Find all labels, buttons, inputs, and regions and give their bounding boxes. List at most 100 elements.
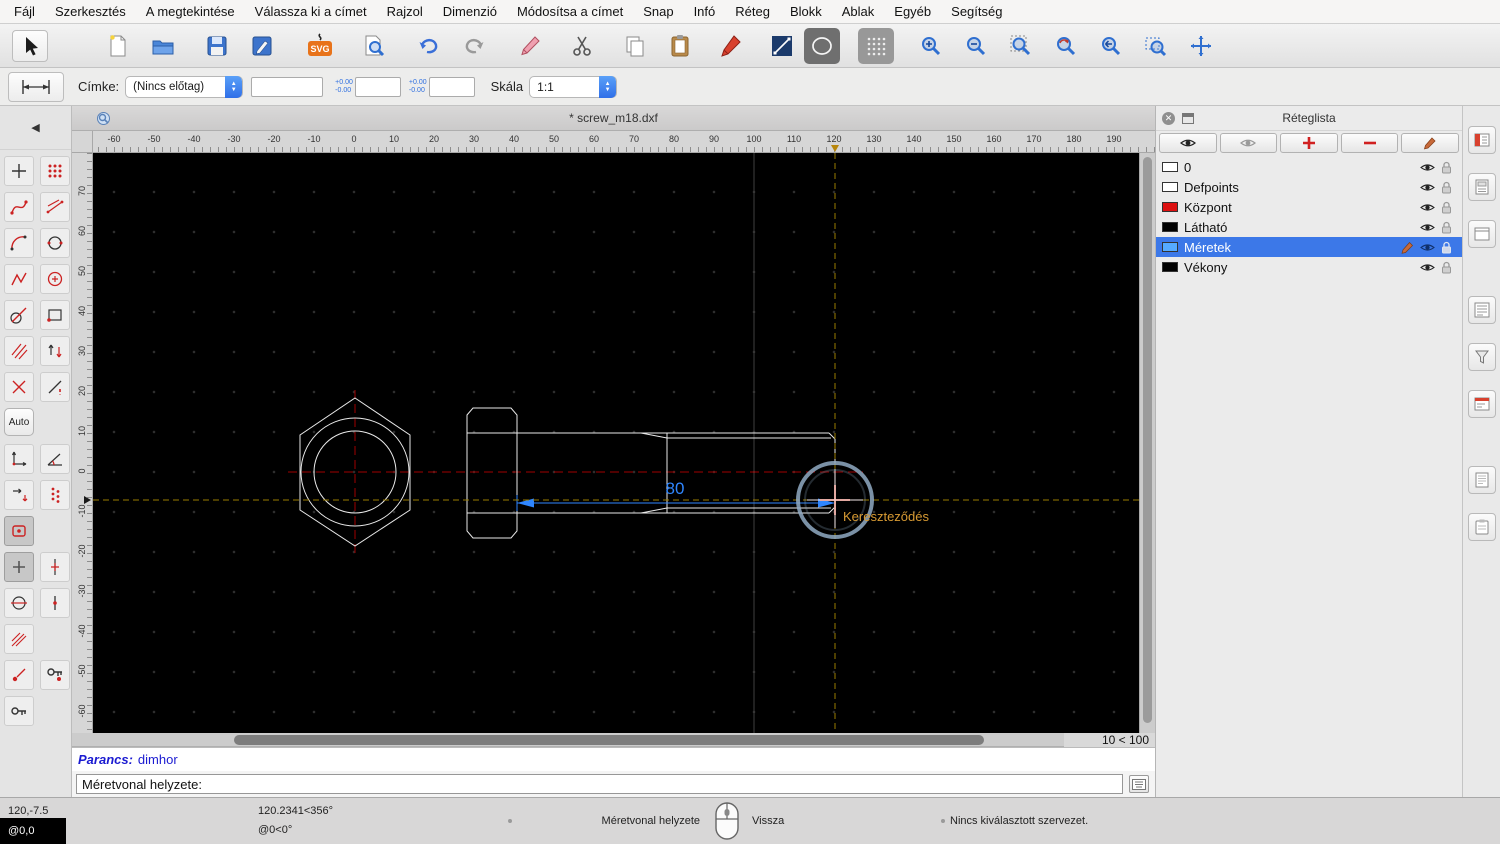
show-all-layers-button[interactable] <box>1159 133 1217 153</box>
menu-select[interactable]: Válassza ki a címet <box>245 4 377 19</box>
restrict-horizontal-button[interactable] <box>4 660 34 690</box>
dimension-80[interactable]: 80 <box>517 479 835 511</box>
zoom-auto-button[interactable] <box>1003 28 1039 64</box>
edit-layer-button[interactable] <box>1401 133 1459 153</box>
layer-visible-icon[interactable] <box>1420 222 1435 233</box>
attributes-pen-button[interactable] <box>512 28 548 64</box>
layer-edit-pencil-icon[interactable] <box>1401 241 1414 254</box>
snap-rays-button[interactable] <box>4 624 34 654</box>
tool-point-button[interactable] <box>4 156 34 186</box>
layer-row-0[interactable]: 0 <box>1156 157 1462 177</box>
circle-tool-button[interactable] <box>804 28 840 64</box>
layer-row-vekony[interactable]: Vékony <box>1156 257 1462 277</box>
tool-polyline-button[interactable] <box>4 264 34 294</box>
scale-select[interactable]: 1:1 ▲▼ <box>529 76 617 98</box>
tolerance2-up[interactable]: +0.00 <box>409 79 427 87</box>
layer-row-lathato[interactable]: Látható <box>1156 217 1462 237</box>
layer-lock-icon[interactable] <box>1441 261 1452 274</box>
vertical-scrollbar-thumb[interactable] <box>1143 157 1152 723</box>
dimension-tool-options-button[interactable] <box>8 72 64 102</box>
dock-command-widget-icon[interactable] <box>1468 390 1496 418</box>
palette-collapse-button[interactable]: ◀ <box>0 106 71 150</box>
tolerance2-down[interactable]: -0.00 <box>409 87 427 95</box>
menu-block[interactable]: Blokk <box>780 4 832 19</box>
layer-color-swatch[interactable] <box>1162 262 1178 272</box>
dock-notes-icon[interactable] <box>1468 466 1496 494</box>
print-preview-button[interactable] <box>356 28 392 64</box>
layer-row-kozpont[interactable]: Központ <box>1156 197 1462 217</box>
zoom-pan-button[interactable] <box>1183 28 1219 64</box>
tool-point-column-button[interactable] <box>40 480 70 510</box>
layer-lock-icon[interactable] <box>1441 221 1452 234</box>
menu-window[interactable]: Ablak <box>832 4 885 19</box>
tool-spline-button[interactable] <box>4 192 34 222</box>
layer-color-swatch[interactable] <box>1162 182 1178 192</box>
open-file-button[interactable] <box>145 28 181 64</box>
layer-name[interactable]: Méretek <box>1184 240 1401 255</box>
layer-visible-icon[interactable] <box>1420 162 1435 173</box>
dock-clipboard-icon[interactable] <box>1468 513 1496 541</box>
draw-pen-button[interactable] <box>712 28 748 64</box>
layer-visible-icon[interactable] <box>1420 202 1435 213</box>
scale-select-stepper[interactable]: ▲▼ <box>599 76 616 98</box>
svg-export-button[interactable]: SVG <box>302 28 338 64</box>
layer-row-meretek[interactable]: Méretek <box>1156 237 1462 257</box>
menu-file[interactable]: Fájl <box>4 4 45 19</box>
horizontal-scrollbar-thumb[interactable] <box>234 735 984 745</box>
tool-sequence-button[interactable] <box>4 480 34 510</box>
layer-name[interactable]: 0 <box>1184 160 1420 175</box>
layer-visible-icon[interactable] <box>1420 262 1435 273</box>
tolerance1-down[interactable]: -0.00 <box>335 87 353 95</box>
tool-arc-button[interactable] <box>4 228 34 258</box>
grid-toggle-button[interactable] <box>858 28 894 64</box>
tool-tangent-button[interactable] <box>4 300 34 330</box>
layer-visible-icon[interactable] <box>1420 242 1435 253</box>
layer-color-swatch[interactable] <box>1162 242 1178 252</box>
menu-info[interactable]: Infó <box>684 4 726 19</box>
command-input[interactable]: Méretvonal helyzete: <box>76 774 1123 794</box>
auto-snap-button[interactable]: Auto <box>4 408 34 436</box>
remove-layer-button[interactable] <box>1341 133 1399 153</box>
layer-panel-close-button[interactable]: ✕ <box>1162 112 1175 125</box>
dock-view-panel-icon[interactable] <box>1468 220 1496 248</box>
drawing-canvas[interactable]: 80 <box>93 153 1139 733</box>
zoom-window-button[interactable] <box>1138 28 1174 64</box>
snap-grid-button[interactable] <box>4 552 34 582</box>
dock-layer-list-icon[interactable] <box>1468 126 1496 154</box>
snap-intersection-button[interactable] <box>4 516 34 546</box>
tolerance2-input[interactable] <box>429 77 475 97</box>
save-file-button[interactable] <box>199 28 235 64</box>
layer-lock-icon[interactable] <box>1441 241 1452 254</box>
snap-middle-button[interactable] <box>40 588 70 618</box>
cut-button[interactable] <box>564 28 600 64</box>
layer-lock-icon[interactable] <box>1441 201 1452 214</box>
snap-center-button[interactable] <box>4 588 34 618</box>
zoom-redraw-button[interactable] <box>1048 28 1084 64</box>
layer-visible-icon[interactable] <box>1420 182 1435 193</box>
tolerance1-input[interactable] <box>355 77 401 97</box>
tolerance1-spinner[interactable]: +0.00 -0.00 <box>335 79 353 95</box>
new-file-button[interactable] <box>100 28 136 64</box>
select-tool-button[interactable] <box>12 30 48 62</box>
menu-help[interactable]: Segítség <box>941 4 1012 19</box>
layer-panel-float-button[interactable] <box>1182 113 1194 124</box>
dock-library-browser-icon[interactable] <box>1468 296 1496 324</box>
menu-misc[interactable]: Egyéb <box>884 4 941 19</box>
layer-row-defpoints[interactable]: Defpoints <box>1156 177 1462 197</box>
tool-cross-button[interactable] <box>4 372 34 402</box>
tool-circle-center-button[interactable] <box>40 264 70 294</box>
tolerance1-up[interactable]: +0.00 <box>335 79 353 87</box>
snap-on-entity-button[interactable] <box>40 552 70 582</box>
lock-relative-zero-button[interactable] <box>40 660 70 690</box>
menu-snap[interactable]: Snap <box>633 4 683 19</box>
menu-view[interactable]: A megtekintése <box>136 4 245 19</box>
dock-filter-icon[interactable] <box>1468 343 1496 371</box>
tool-circle-2p-button[interactable] <box>40 228 70 258</box>
menu-layer[interactable]: Réteg <box>725 4 780 19</box>
add-layer-button[interactable] <box>1280 133 1338 153</box>
tool-line-angle-button[interactable] <box>40 372 70 402</box>
tool-rectangle-button[interactable] <box>40 300 70 330</box>
layer-name[interactable]: Defpoints <box>1184 180 1420 195</box>
tool-line-points-button[interactable] <box>40 192 70 222</box>
keyboard-focus-button[interactable] <box>1129 775 1149 793</box>
